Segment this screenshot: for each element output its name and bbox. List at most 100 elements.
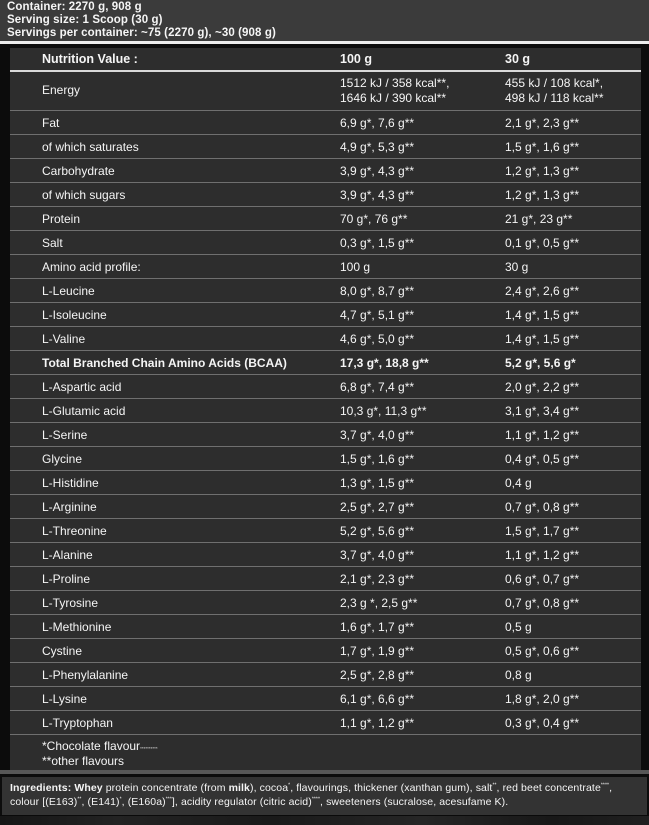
row-label: L-Valine [10,332,340,346]
row-value-100g: 100 g [340,260,505,274]
nutrition-label: { "colors": { "page_bg": "#0c0c0c", "top… [0,0,649,825]
row-value-30g: 1,4 g*, 1,5 g** [505,332,641,346]
row-value-100g: 6,9 g*, 7,6 g** [340,116,505,130]
row-value-30g: 0,7 g*, 0,8 g** [505,596,641,610]
row-value-30g: 1,5 g*, 1,7 g** [505,524,641,538]
ingredient-segment: , flavourings, thickener (xanthan gum), … [290,782,492,794]
row-value-30g: 1,8 g*, 2,0 g** [505,692,641,706]
row-label: Total Branched Chain Amino Acids (BCAA) [10,356,340,370]
table-row: L-Proline2,1 g*, 2,3 g**0,6 g*, 0,7 g** [10,566,641,590]
row-label: L-Tryptophan [10,716,340,730]
row-label: L-Leucine [10,284,340,298]
row-value-100g: 1,3 g*, 1,5 g** [340,476,505,490]
row-value-100g: 4,7 g*, 5,1 g** [340,308,505,322]
row-label: Fat [10,116,340,130]
row-value-100g: 6,1 g*, 6,6 g** [340,692,505,706]
row-value-30g: 0,1 g*, 0,5 g** [505,236,641,250]
serving-size-line: Serving size: 1 Scoop (30 g) [7,14,649,27]
row-label: Protein [10,212,340,226]
container-size-line: Container: 2270 g, 908 g [7,1,649,14]
row-value-100g: 5,2 g*, 5,6 g** [340,524,505,538]
energy-30g-line2: 498 kJ / 118 kcal** [505,91,641,106]
row-value-100g: 3,7 g*, 4,0 g** [340,428,505,442]
ingredient-segment: ], acidity regulator (citric acid) [172,796,312,808]
footnote-fineprint: ********** [140,746,158,751]
row-value-30g: 0,5 g [505,620,641,634]
energy-100g-line2: 1646 kJ / 390 kcal** [340,91,505,106]
table-row: Carbohydrate3,9 g*, 4,3 g**1,2 g*, 1,3 g… [10,158,641,182]
ingredient-segment: Whey [74,782,102,794]
ingredient-segment: Ingredients: [10,782,74,794]
ingredient-segment: **** [312,797,320,803]
row-label: Carbohydrate [10,164,340,178]
table-row: L-Tryptophan1,1 g*, 1,2 g**0,3 g*, 0,4 g… [10,710,641,734]
table-row: of which sugars3,9 g*, 4,3 g**1,2 g*, 1,… [10,182,641,206]
servings-per-container-line: Servings per container: ~75 (2270 g), ~3… [7,27,649,40]
row-value-30g: 3,1 g*, 3,4 g** [505,404,641,418]
table-row: L-Phenylalanine2,5 g*, 2,8 g**0,8 g [10,662,641,686]
table-row: Glycine1,5 g*, 1,6 g**0,4 g*, 0,5 g** [10,446,641,470]
row-value-100g: 1,1 g*, 1,2 g** [340,716,505,730]
row-label: L-Phenylalanine [10,668,340,682]
row-value-100g: 2,5 g*, 2,8 g** [340,668,505,682]
energy-value-100g: 1512 kJ / 358 kcal**, 1646 kJ / 390 kcal… [340,76,505,106]
row-value-30g: 2,0 g*, 2,2 g** [505,380,641,394]
row-label: Salt [10,236,340,250]
row-value-100g: 4,9 g*, 5,3 g** [340,140,505,154]
table-row: L-Valine4,6 g*, 5,0 g**1,4 g*, 1,5 g** [10,326,641,350]
row-value-30g: 21 g*, 23 g** [505,212,641,226]
row-label: Energy [10,76,340,97]
row-value-100g: 2,3 g *, 2,5 g** [340,596,505,610]
table-row: L-Histidine1,3 g*, 1,5 g**0,4 g [10,470,641,494]
table-row: L-Glutamic acid10,3 g*, 11,3 g**3,1 g*, … [10,398,641,422]
row-label: Glycine [10,452,340,466]
ingredient-segment: , (E141) [81,796,119,808]
row-value-100g: 1,5 g*, 1,6 g** [340,452,505,466]
row-value-100g: 4,6 g*, 5,0 g** [340,332,505,346]
row-label: L-Aspartic acid [10,380,340,394]
column-header-100g: 100 g [340,52,505,66]
row-value-30g: 0,6 g*, 0,7 g** [505,572,641,586]
row-value-100g: 1,6 g*, 1,7 g** [340,620,505,634]
table-row: L-Lysine6,1 g*, 6,6 g**1,8 g*, 2,0 g** [10,686,641,710]
row-label: Amino acid profile: [10,260,340,274]
energy-value-30g: 455 kJ / 108 kcal*, 498 kJ / 118 kcal** [505,76,641,106]
table-row: of which saturates4,9 g*, 5,3 g**1,5 g*,… [10,134,641,158]
footnote-other-flavours: **other flavours [42,755,641,768]
table-row: L-Arginine2,5 g*, 2,7 g**0,7 g*, 0,8 g** [10,494,641,518]
row-value-100g: 70 g*, 76 g** [340,212,505,226]
table-row: Protein70 g*, 76 g**21 g*, 23 g** [10,206,641,230]
table-row: L-Tyrosine2,3 g *, 2,5 g**0,7 g*, 0,8 g*… [10,590,641,614]
ingredients-section: Ingredients: Whey protein concentrate (f… [2,777,647,815]
serving-info-bar: Container: 2270 g, 908 g Serving size: 1… [0,0,649,41]
table-row: L-Leucine8,0 g*, 8,7 g**2,4 g*, 2,6 g** [10,278,641,302]
column-header-30g: 30 g [505,52,641,66]
row-label: Cystine [10,644,340,658]
row-value-30g: 0,3 g*, 0,4 g** [505,716,641,730]
table-row: L-Alanine3,7 g*, 4,0 g**1,1 g*, 1,2 g** [10,542,641,566]
row-value-30g: 0,5 g*, 0,6 g** [505,644,641,658]
table-row: L-Serine3,7 g*, 4,0 g**1,1 g*, 1,2 g** [10,422,641,446]
row-value-30g: 0,7 g*, 0,8 g** [505,500,641,514]
row-value-30g: 0,4 g [505,476,641,490]
row-value-30g: 0,8 g [505,668,641,682]
row-value-100g: 0,3 g*, 1,5 g** [340,236,505,250]
footnote-chocolate-text: *Chocolate flavour [42,739,140,753]
row-label: L-Histidine [10,476,340,490]
ingredient-segment: , red beet concentrate [497,782,601,794]
row-value-30g: 2,4 g*, 2,6 g** [505,284,641,298]
row-value-30g: 0,4 g*, 0,5 g** [505,452,641,466]
row-label: L-Tyrosine [10,596,340,610]
footnotes: *Chocolate flavour********** **other fla… [10,734,641,770]
table-row: Salt0,3 g*, 1,5 g**0,1 g*, 0,5 g** [10,230,641,254]
row-value-30g: 2,1 g*, 2,3 g** [505,116,641,130]
energy-100g-line1: 1512 kJ / 358 kcal**, [340,76,505,91]
row-value-100g: 6,8 g*, 7,4 g** [340,380,505,394]
row-label: L-Glutamic acid [10,404,340,418]
table-row: Total Branched Chain Amino Acids (BCAA)1… [10,350,641,374]
row-label: L-Alanine [10,548,340,562]
row-value-30g: 1,5 g*, 1,6 g** [505,140,641,154]
row-value-100g: 3,9 g*, 4,3 g** [340,164,505,178]
table-row: L-Methionine1,6 g*, 1,7 g**0,5 g [10,614,641,638]
ingredient-segment: **** [601,783,609,789]
